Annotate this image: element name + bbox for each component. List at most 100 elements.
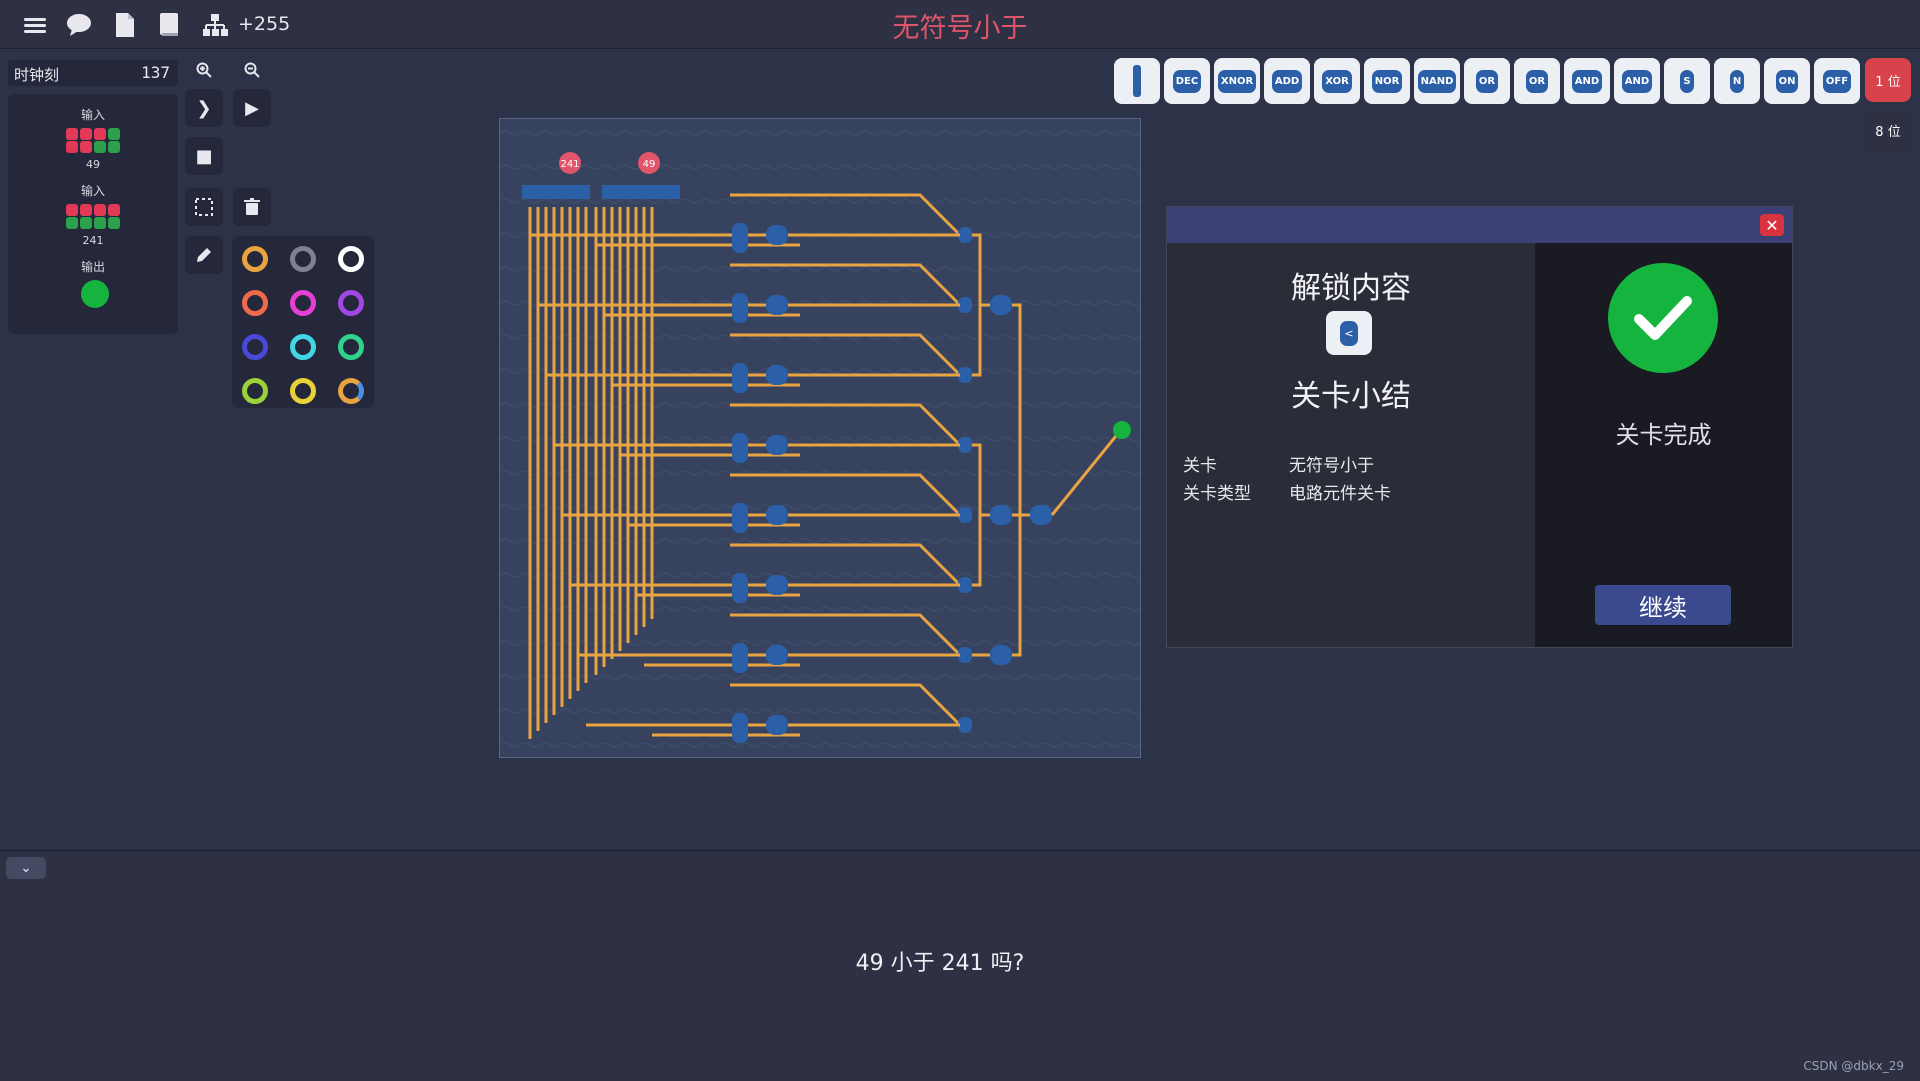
component-splitter[interactable] [1114,58,1160,104]
bit-led[interactable] [80,204,92,216]
delete-button[interactable] [233,188,271,226]
bit-led[interactable] [94,204,106,216]
play-button[interactable]: ▶ [233,89,271,127]
bit-led[interactable] [108,141,120,153]
and-gate [766,505,788,525]
bit-led[interactable] [66,204,78,216]
close-icon: ✕ [1765,215,1779,235]
color-white-swatch[interactable] [338,246,364,272]
step-button[interactable]: ❯ [185,89,223,127]
bit-led[interactable] [108,217,120,229]
bit-led[interactable] [108,128,120,140]
or-gate [1030,505,1052,525]
continue-button[interactable]: 继续 [1595,585,1731,625]
component-off[interactable]: OFF [1814,58,1860,104]
and-gate [766,225,788,245]
component-xnor[interactable]: XNOR [1214,58,1260,104]
component-xor[interactable]: XOR [1314,58,1360,104]
input1-bits[interactable] [66,128,122,153]
zoom-out-icon [244,62,260,78]
trash-icon [244,198,260,215]
bit-led[interactable] [108,204,120,216]
chat-icon[interactable] [64,10,94,40]
component-dec[interactable]: DEC [1164,58,1210,104]
color-cyan-swatch[interactable] [290,334,316,360]
select-button[interactable] [185,188,223,226]
component-on[interactable]: ON [1764,58,1810,104]
and-gate [766,365,788,385]
bit-led[interactable] [94,141,106,153]
bit-led[interactable] [80,128,92,140]
hierarchy-icon[interactable] [200,10,230,40]
level-complete-dialog: ✕ 解锁内容 < 关卡小结 关卡 无符号小于 关卡类型 电路元件关卡 关卡完成 … [1166,206,1793,648]
component-nor[interactable]: NOR [1364,58,1410,104]
component-or-2[interactable]: OR [1514,58,1560,104]
color-orange-swatch[interactable] [242,246,268,272]
switch-gate [958,647,972,663]
bit-led[interactable] [94,128,106,140]
book-icon[interactable] [154,10,184,40]
component-not-label: N [1729,69,1745,93]
bit-8-button[interactable]: 8 位 [1865,108,1911,152]
question-text: 49 小于 241 吗? [855,951,1025,976]
color-lime-swatch[interactable] [242,378,268,404]
document-icon[interactable] [110,10,140,40]
bit-led[interactable] [66,128,78,140]
component-on-label: ON [1775,69,1799,93]
color-teal-swatch[interactable] [338,334,364,360]
component-or-1[interactable]: OR [1464,58,1510,104]
component-nand[interactable]: NAND [1414,58,1460,104]
component-and-2[interactable]: AND [1614,58,1660,104]
chevron-down-icon: ⌄ [20,860,32,876]
bit-led[interactable] [66,141,78,153]
component-dec-label: DEC [1172,69,1202,93]
bit-led[interactable] [80,141,92,153]
io-panel: 输入 49 输入 241 输出 [8,94,178,334]
zoom-out-button[interactable] [234,58,270,82]
component-off-label: OFF [1822,69,1852,93]
collapse-button[interactable]: ⌄ [6,857,46,879]
bit-led[interactable] [66,217,78,229]
circuit-board[interactable]: 241 49 [499,118,1141,758]
color-magenta-swatch[interactable] [290,290,316,316]
color-yellow-swatch[interactable] [290,378,316,404]
complete-text: 关卡完成 [1615,421,1712,449]
stop-icon: ■ [195,145,213,167]
pin-a-label: 241 [560,159,579,170]
component-not[interactable]: N [1714,58,1760,104]
zoom-in-button[interactable] [186,58,222,82]
component-or-label: OR [1525,69,1549,93]
and-gate [766,435,788,455]
bit-led[interactable] [94,217,106,229]
pencil-icon [197,248,211,262]
dialog-header: ✕ [1167,207,1792,243]
splitter-a [522,185,590,199]
close-button[interactable]: ✕ [1760,214,1784,236]
pencil-button[interactable] [185,236,223,274]
background-wave [500,130,1140,136]
switch-gate [958,437,972,453]
color-blue-swatch[interactable] [242,334,268,360]
or-gate [990,505,1012,525]
row-wire [730,613,962,657]
xnor-gate [732,643,748,673]
clock-value: 137 [141,63,170,82]
color-red-swatch[interactable] [242,290,268,316]
component-add[interactable]: ADD [1264,58,1310,104]
stop-button[interactable]: ■ [185,137,223,175]
row-wire [730,193,962,237]
component-switch[interactable]: S [1664,58,1710,104]
color-gray-swatch[interactable] [290,246,316,272]
xnor-gate [732,573,748,603]
bit-1-button[interactable]: 1 位 [1865,58,1911,102]
switch-gate [958,577,972,593]
component-nor-label: NOR [1371,69,1403,93]
color-purple-swatch[interactable] [338,290,364,316]
color-multi-swatch[interactable] [338,378,364,404]
background-wave [500,198,1140,204]
bit-led[interactable] [80,217,92,229]
component-add-label: ADD [1271,69,1303,93]
component-and-1[interactable]: AND [1564,58,1610,104]
menu-icon[interactable] [20,10,50,40]
input2-bits[interactable] [66,204,122,229]
